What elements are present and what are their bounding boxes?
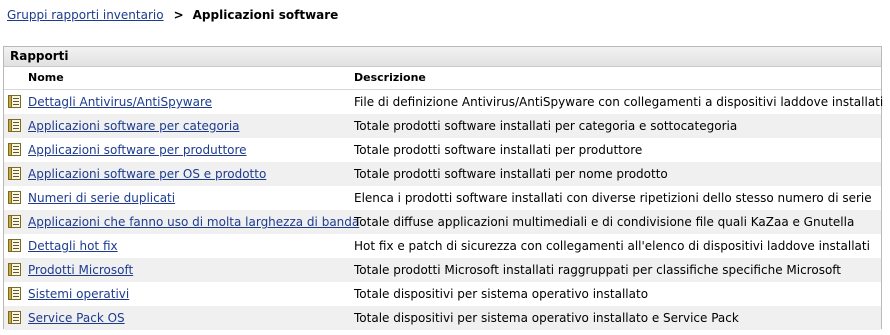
report-link[interactable]: Prodotti Microsoft	[28, 263, 133, 277]
report-link[interactable]: Dettagli Antivirus/AntiSpyware	[28, 95, 212, 109]
table-row: Applicazioni software per produttore Tota…	[4, 138, 881, 162]
reports-panel: Rapporti Nome Descrizione Dettagli Antiv…	[3, 46, 884, 330]
breadcrumb-separator: >	[173, 8, 184, 22]
breadcrumb-parent-link[interactable]: Gruppi rapporti inventario	[7, 8, 164, 22]
report-description: Totale prodotti software installati per …	[354, 167, 668, 181]
report-description: Totale diffuse applicazioni multimediali…	[354, 215, 855, 229]
report-icon	[8, 311, 21, 324]
report-icon	[8, 119, 21, 132]
panel-title: Rapporti	[4, 47, 881, 67]
table-row: Dettagli hot fix Hot fix e patch di sicur…	[4, 234, 881, 258]
report-link[interactable]: Applicazioni software per categoria	[28, 119, 240, 133]
table-row: Dettagli Antivirus/AntiSpyware File di de…	[4, 90, 884, 114]
report-description: Totale prodotti Microsoft installati rag…	[354, 263, 842, 277]
column-header-description: Descrizione	[354, 71, 426, 84]
report-icon	[8, 191, 21, 204]
report-description: File di definizione Antivirus/AntiSpywar…	[354, 95, 884, 109]
report-description: Totale prodotti software installati per …	[354, 143, 643, 157]
table-row: Prodotti Microsoft Totale prodotti Micros…	[4, 258, 881, 282]
report-icon	[8, 167, 21, 180]
table-row: Applicazioni che fanno uso di molta larg…	[4, 210, 881, 234]
report-description: Hot fix e patch di sicurezza con collega…	[354, 239, 870, 253]
report-icon	[8, 239, 21, 252]
report-icon	[8, 95, 21, 108]
report-link[interactable]: Numeri di serie duplicati	[28, 191, 175, 205]
table-row: Numeri di serie duplicati Elenca i prodot…	[4, 186, 881, 210]
report-description: Totale prodotti software installati per …	[354, 119, 738, 133]
report-icon	[8, 287, 21, 300]
report-description: Totale dispositivi per sistema operativo…	[354, 311, 739, 325]
report-description: Totale dispositivi per sistema operativo…	[354, 287, 649, 301]
report-description: Elenca i prodotti software installati co…	[354, 191, 872, 205]
breadcrumb: Gruppi rapporti inventario > Applicazioni …	[7, 8, 338, 22]
report-link[interactable]: Applicazioni software per OS e prodotto	[28, 167, 266, 181]
table-row: Applicazioni software per categoria Total…	[4, 114, 881, 138]
report-list: Dettagli Antivirus/AntiSpyware File di de…	[4, 90, 884, 330]
report-link[interactable]: Dettagli hot fix	[28, 239, 118, 253]
report-icon	[8, 215, 21, 228]
column-header-name: Nome	[28, 71, 64, 84]
report-link[interactable]: Applicazioni che fanno uso di molta larg…	[28, 215, 359, 229]
report-icon	[8, 263, 21, 276]
report-link[interactable]: Applicazioni software per produttore	[28, 143, 247, 157]
table-row: Service Pack OS Totale dispositivi per si…	[4, 306, 881, 330]
table-row: Applicazioni software per OS e prodotto T…	[4, 162, 881, 186]
report-link[interactable]: Sistemi operativi	[28, 287, 129, 301]
table-row: Sistemi operativi Totale dispositivi per …	[4, 282, 881, 306]
table-header: Nome Descrizione	[4, 67, 881, 90]
report-link[interactable]: Service Pack OS	[28, 311, 125, 325]
report-icon	[8, 143, 21, 156]
page-title: Applicazioni software	[192, 8, 339, 22]
